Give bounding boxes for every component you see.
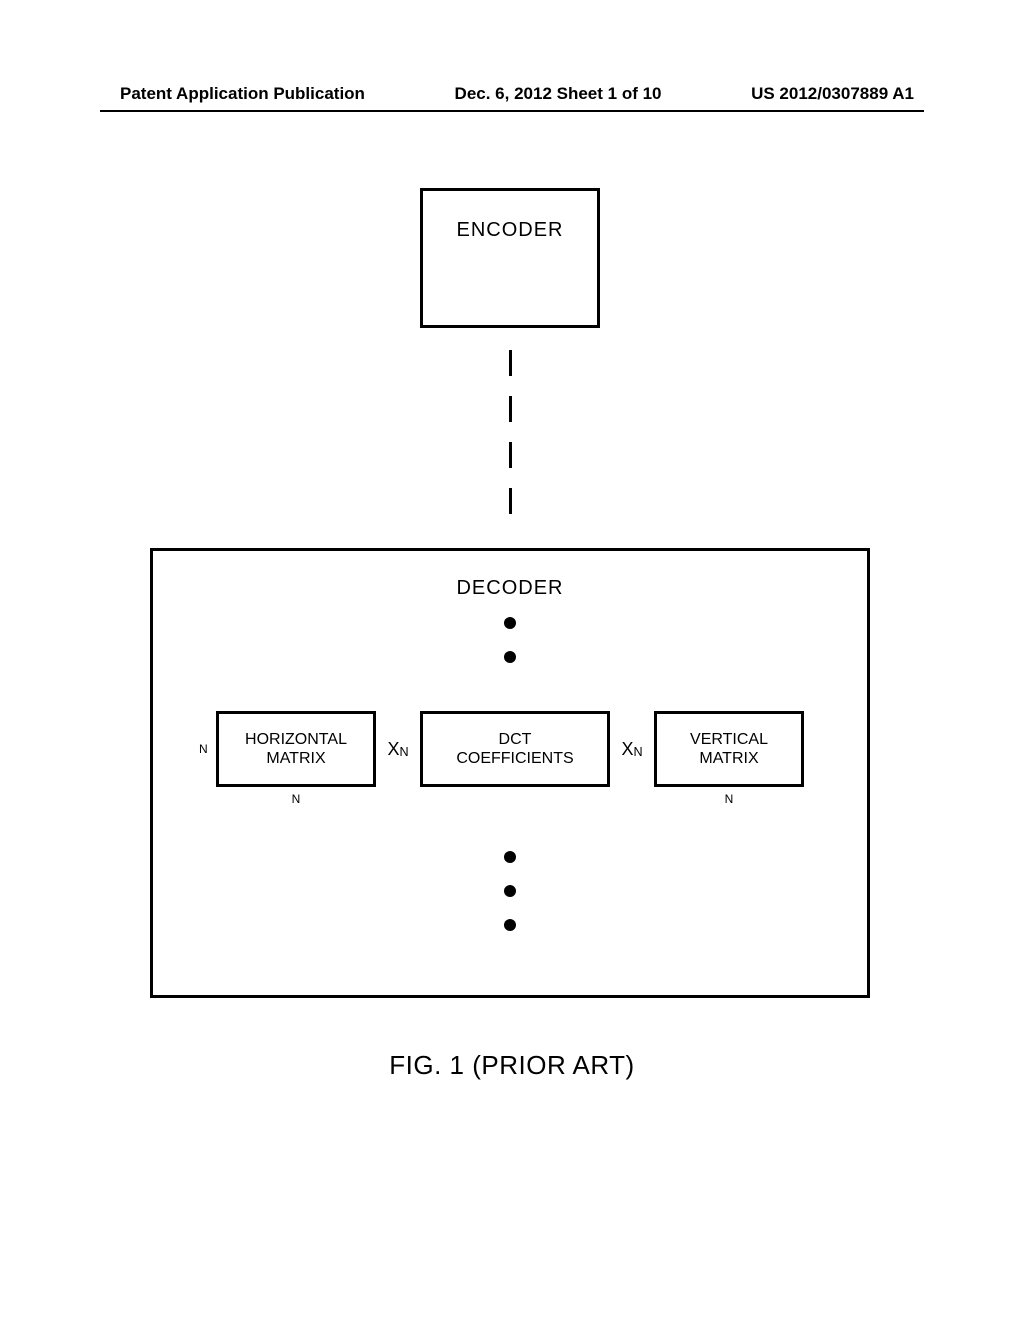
encoder-block: ENCODER [420,188,600,328]
vertical-matrix-box: VERTICAL MATRIX N [654,711,804,787]
horizontal-matrix-label2: MATRIX [266,749,325,768]
encoder-label: ENCODER [456,219,563,242]
horizontal-matrix-label1: HORIZONTAL [245,730,347,749]
header-right: US 2012/0307889 A1 [751,84,914,104]
dim-n-below: N [725,792,734,806]
header-rule [100,110,924,112]
dashed-line-seg [509,442,512,468]
ellipsis-dot [504,617,516,629]
dashed-line-seg [509,350,512,376]
multiply-xn-2: XN [610,739,654,760]
vertical-matrix-label2: MATRIX [699,749,758,768]
page-header: Patent Application Publication Dec. 6, 2… [0,84,1024,108]
dashed-line-seg [509,396,512,422]
dashed-line-seg [509,488,512,514]
decoder-title: DECODER [153,577,867,600]
decoder-block: DECODER N HORIZONTAL MATRIX N XN DCT COE… [150,548,870,998]
header-center: Dec. 6, 2012 Sheet 1 of 10 [455,84,662,104]
dim-n-left: N [199,742,208,756]
matrix-row: N HORIZONTAL MATRIX N XN DCT COEFFICIENT… [153,711,867,787]
multiply-xn-1: XN [376,739,420,760]
header-left: Patent Application Publication [120,84,365,104]
dim-n-below: N [292,792,301,806]
dct-coefficients-box: DCT COEFFICIENTS [420,711,610,787]
dct-label2: COEFFICIENTS [456,749,573,768]
ellipsis-dot [504,919,516,931]
dct-label1: DCT [499,730,532,749]
figure-caption: FIG. 1 (PRIOR ART) [0,1050,1024,1081]
ellipsis-dot [504,851,516,863]
vertical-matrix-label1: VERTICAL [690,730,768,749]
horizontal-matrix-box: N HORIZONTAL MATRIX N [216,711,376,787]
ellipsis-dot [504,651,516,663]
ellipsis-dot [504,885,516,897]
